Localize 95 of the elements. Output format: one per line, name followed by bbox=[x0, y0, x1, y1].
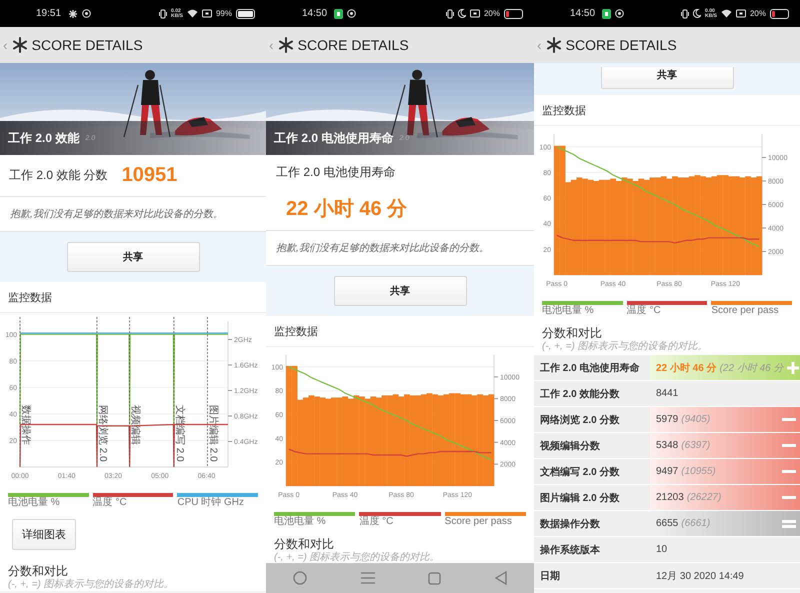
battery-percent: 20% bbox=[750, 9, 766, 18]
score-value: 8441 bbox=[656, 388, 678, 399]
table-cell-text: 网络浏览 2.0 分数 bbox=[539, 414, 620, 428]
table-cell-text: 工作 2.0 效能分数 bbox=[539, 388, 620, 402]
test-title: 工作 2.0 电池使用寿命 bbox=[274, 130, 394, 146]
detail-chart-button[interactable]: 详细图表 bbox=[12, 518, 76, 550]
notification-icon bbox=[334, 8, 344, 18]
screen-icon bbox=[470, 9, 480, 18]
score-value: 10 bbox=[656, 544, 668, 555]
table-cell-text: 视频编辑分数 bbox=[538, 440, 601, 454]
table-cell-text: 工作 2.0 电池使用寿命 bbox=[539, 362, 640, 376]
score-value: 22 小时 46 分 bbox=[285, 196, 408, 222]
minus-icon bbox=[782, 496, 796, 499]
table-cell-text: 操作系统版本 bbox=[538, 544, 601, 558]
vibrate-icon bbox=[159, 8, 168, 18]
note-text: 抱歉,我们没有足够的数据来对比此设备的分数。 bbox=[10, 208, 223, 221]
wifi-icon bbox=[720, 9, 732, 18]
notification-icon bbox=[602, 8, 612, 18]
marker-label: 网络浏览 2.0 bbox=[96, 405, 108, 462]
section-title: 分数和对比 bbox=[274, 536, 335, 552]
equals-icon bbox=[782, 520, 796, 528]
score-value: 22 小时 46 分 bbox=[656, 362, 717, 374]
page-title: SCORE DETAILS bbox=[298, 37, 409, 53]
marker-label: 文档编写 2.0 bbox=[174, 405, 185, 462]
test-title: 工作 2.0 效能 bbox=[8, 130, 80, 146]
legend-label: CPU 时钟 GHz bbox=[177, 497, 246, 509]
legend-note: (-, +, =) 图标表示与您的设备的对比。 bbox=[542, 341, 709, 353]
snowflake-icon bbox=[278, 37, 294, 53]
page-title: SCORE DETAILS bbox=[566, 37, 677, 53]
table-cell-text: 文档编写 2.0 分数 bbox=[539, 466, 620, 480]
legend-label: 电池电量 % bbox=[8, 497, 61, 509]
section-title: 分数和对比 bbox=[542, 325, 603, 340]
minus-icon bbox=[782, 444, 796, 447]
snowflake-icon bbox=[12, 37, 28, 53]
moon-icon bbox=[458, 9, 466, 18]
score-label: 工作 2.0 效能 分数 bbox=[9, 167, 108, 184]
legend-label: Score per pass bbox=[711, 305, 780, 317]
circle-icon bbox=[347, 9, 356, 18]
battery-percent: 20% bbox=[484, 9, 500, 18]
legend-label: 温度 °C bbox=[92, 497, 128, 509]
legend-label: Score per pass bbox=[444, 516, 513, 528]
legend-label: 电池电量 % bbox=[274, 516, 327, 528]
score-label: 工作 2.0 电池使用寿命 bbox=[276, 164, 396, 180]
moon-icon bbox=[693, 9, 702, 18]
reference-score: (6661) bbox=[681, 518, 710, 529]
marker-label: 视频编辑 bbox=[130, 405, 141, 445]
note-text: 抱歉,我们没有足够的数据来对比此设备的分数。 bbox=[276, 242, 489, 255]
clock-time: 19:51 bbox=[36, 8, 62, 19]
marker-label: 数据操作 bbox=[20, 405, 31, 445]
circle-icon bbox=[82, 9, 92, 18]
share-button[interactable]: 共享 bbox=[66, 242, 200, 272]
battery-percent: 99% bbox=[216, 9, 232, 18]
clock-time: 14:50 bbox=[302, 8, 328, 19]
score-value: 12月 30 2020 14:49 bbox=[656, 570, 744, 582]
back-icon[interactable] bbox=[495, 571, 508, 585]
fan-icon bbox=[68, 8, 78, 18]
plus-icon bbox=[786, 362, 799, 374]
legend-label: 电池电量 % bbox=[542, 305, 595, 317]
score-value: 21203 bbox=[656, 492, 684, 503]
score-value: 9497 bbox=[656, 466, 678, 477]
clock-time: 14:50 bbox=[570, 8, 596, 19]
reference-score: (22 小时 46 分 bbox=[720, 362, 784, 374]
reference-score: (6397) bbox=[681, 440, 710, 451]
reference-score: (10955) bbox=[681, 466, 716, 477]
section-title: 分数和对比 bbox=[8, 563, 69, 578]
legend-label: 温度 °C bbox=[626, 305, 662, 317]
vibrate-icon bbox=[446, 8, 454, 18]
section-title: 监控数据 bbox=[534, 95, 800, 126]
score-value: 6655 bbox=[656, 518, 678, 529]
share-button[interactable]: 共享 bbox=[600, 67, 734, 89]
reference-score: (26227) bbox=[686, 492, 722, 503]
circle-icon bbox=[615, 9, 624, 18]
minus-icon bbox=[782, 470, 796, 473]
vibrate-icon bbox=[681, 8, 690, 18]
page-title: SCORE DETAILS bbox=[32, 37, 143, 53]
table-cell-text: 数据操作分数 bbox=[538, 518, 601, 532]
minus-icon bbox=[782, 418, 796, 421]
legend-note: (-, +, =) 图标表示与您的设备的对比。 bbox=[8, 579, 175, 591]
legend-note: (-, +, =) 图标表示与您的设备的对比。 bbox=[274, 552, 441, 564]
table-cell-text: 图片编辑 2.0 分数 bbox=[539, 492, 620, 506]
score-value: 10951 bbox=[122, 164, 178, 187]
circle-icon[interactable] bbox=[292, 571, 307, 585]
menu-icon[interactable] bbox=[360, 572, 375, 584]
reference-score: (9405) bbox=[681, 414, 710, 425]
share-button[interactable]: 共享 bbox=[334, 276, 466, 306]
screen-icon bbox=[736, 9, 746, 18]
snowflake-icon bbox=[546, 37, 562, 53]
screen-icon bbox=[202, 9, 212, 18]
legend-label: 温度 °C bbox=[359, 516, 394, 528]
wifi-icon bbox=[186, 9, 198, 18]
table-cell-text: 日期 bbox=[539, 570, 561, 584]
score-value: 5348 bbox=[656, 440, 678, 451]
score-value: 5979 bbox=[656, 414, 678, 425]
square-icon[interactable] bbox=[428, 572, 442, 584]
marker-label: 图片编辑 2.0 bbox=[207, 405, 218, 462]
